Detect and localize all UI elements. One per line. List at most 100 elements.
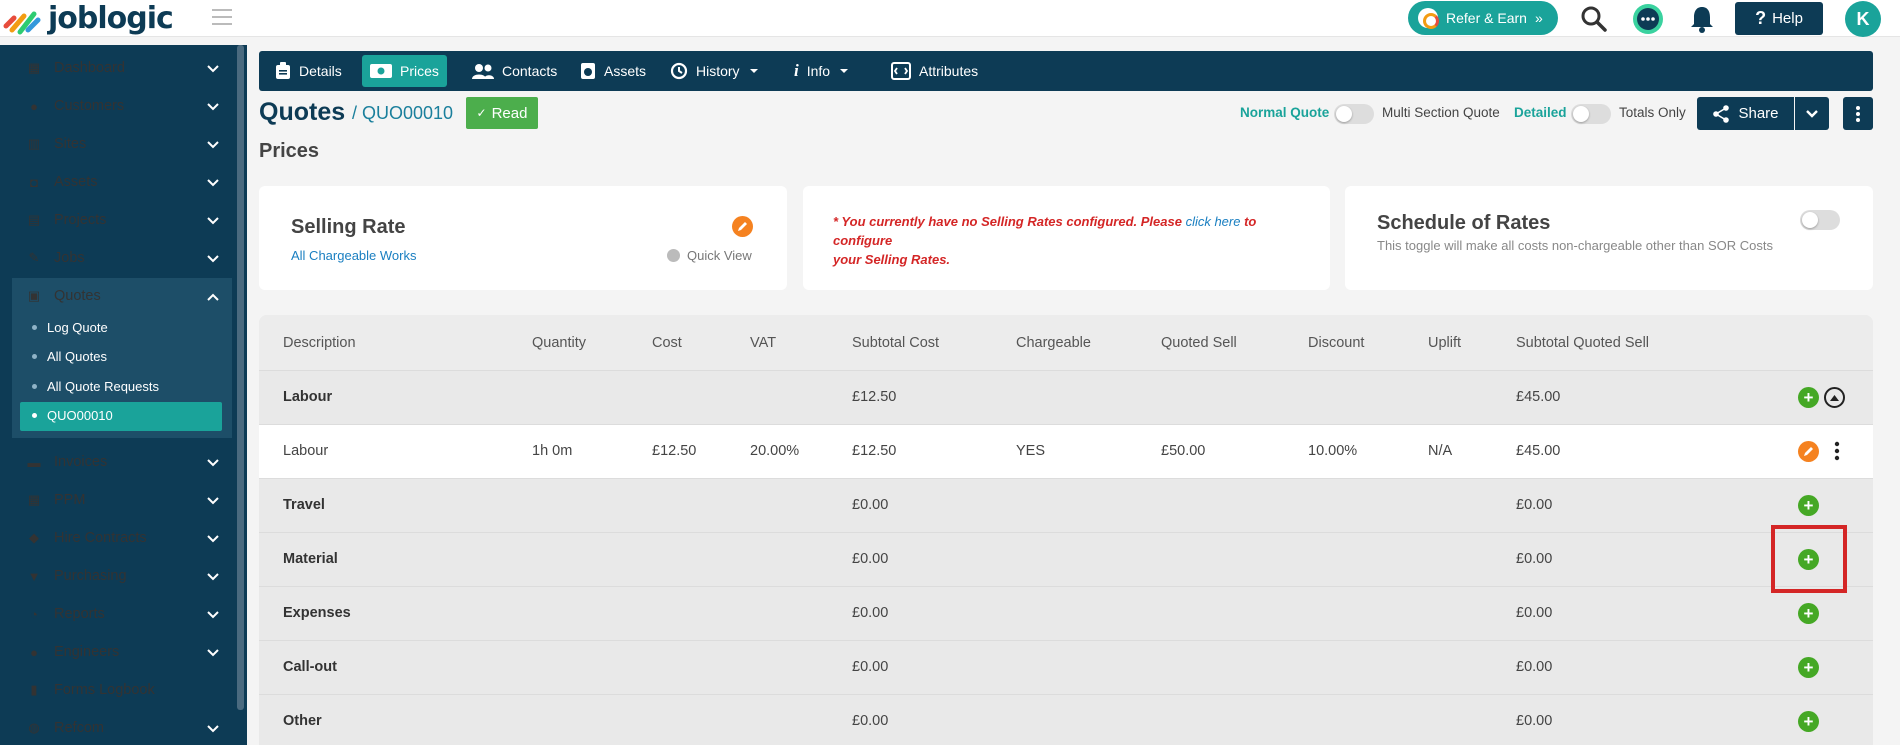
tab-details[interactable]: Details	[267, 55, 350, 87]
chevron-down-icon	[207, 493, 219, 509]
sidebar-sub-item[interactable]: All Quotes	[32, 342, 107, 370]
add-call-out-icon[interactable]: +	[1798, 657, 1819, 678]
edit-selling-rate-icon[interactable]	[732, 216, 753, 237]
add-other-icon[interactable]: +	[1798, 711, 1819, 732]
sidebar-scrollbar[interactable]	[237, 45, 244, 710]
sidebar-sub-item[interactable]: Log Quote	[32, 313, 108, 341]
col-quantity[interactable]: Quantity	[532, 335, 586, 351]
money-icon	[370, 64, 392, 78]
bullet-icon	[32, 383, 37, 389]
row-subtotal-sell: £0.00	[1516, 659, 1553, 675]
add-expenses-icon[interactable]: +	[1798, 603, 1819, 624]
section-title: Prices	[259, 140, 320, 162]
col-description[interactable]: Description	[283, 335, 356, 351]
selling-rate-warning-card: * You currently have no Selling Rates co…	[803, 186, 1330, 290]
sidebar-item-hire-contracts[interactable]: ◆ Hire Contracts	[0, 519, 235, 557]
row-subtotal-cost: £0.00	[852, 659, 889, 675]
row-discount: 10.00%	[1308, 443, 1358, 459]
help-button[interactable]: ? Help	[1735, 2, 1823, 35]
sidebar-item-engineers[interactable]: ● Engineers	[0, 633, 235, 671]
sidebar-item-ppm[interactable]: ▦ PPM	[0, 481, 235, 519]
table-row-labour-item: Labour 1h 0m £12.50 20.00% £12.50 YES £5…	[259, 425, 1873, 479]
chevron-up-icon	[207, 289, 219, 305]
tab-info[interactable]: i Info	[786, 55, 856, 87]
menu-toggle-icon[interactable]	[212, 9, 232, 25]
edit-row-icon[interactable]	[1798, 441, 1819, 462]
bullet-icon	[32, 412, 37, 418]
schedule-of-rates-description: This toggle will make all costs non-char…	[1377, 238, 1773, 253]
detail-mode-toggle[interactable]	[1571, 104, 1611, 124]
tab-assets[interactable]: Assets	[572, 55, 654, 87]
joblogic-logo[interactable]: joblogic	[2, 0, 174, 37]
users-icon	[472, 64, 494, 79]
sidebar-item-invoices[interactable]: ▬ Invoices	[0, 443, 235, 481]
sidebar-item-label: Sites	[54, 136, 87, 152]
bell-icon[interactable]	[1686, 3, 1718, 35]
double-chevron-icon: »	[1534, 10, 1543, 26]
sidebar-item-purchasing[interactable]: ▼ Purchasing	[0, 557, 235, 595]
tab-bar: Details Prices Contacts Assets History i…	[259, 51, 1873, 91]
share-button[interactable]: Share	[1697, 97, 1794, 130]
sidebar-item-customers[interactable]: ● Customers	[0, 87, 235, 125]
sidebar-item-refcom[interactable]: ◍ Refcom	[0, 709, 235, 745]
col-vat[interactable]: VAT	[750, 335, 776, 351]
schedule-of-rates-toggle[interactable]	[1800, 210, 1840, 230]
tab-contacts[interactable]: Contacts	[464, 55, 565, 87]
col-discount[interactable]: Discount	[1308, 335, 1364, 351]
collapse-icon[interactable]	[1824, 387, 1845, 408]
chat-icon[interactable]	[1632, 3, 1664, 35]
sidebar-item-label: Invoices	[54, 454, 108, 470]
row-subtotal-cost: £0.00	[852, 551, 889, 567]
col-chargeable[interactable]: Chargeable	[1016, 335, 1091, 351]
multi-section-label: Multi Section Quote	[1382, 105, 1500, 120]
sidebar-item-assets[interactable]: ◘ Assets	[0, 163, 235, 201]
chevron-down-icon	[207, 61, 219, 77]
share-dropdown-button[interactable]	[1795, 97, 1829, 130]
col-subtotal-cost[interactable]: Subtotal Cost	[852, 335, 939, 351]
quote-reference[interactable]: / QUO00010	[352, 103, 453, 124]
tab-attributes[interactable]: Attributes	[883, 55, 986, 87]
table-row-labour-group: Labour £12.50 £45.00 +	[259, 371, 1873, 425]
refer-earn-button[interactable]: Refer & Earn »	[1408, 1, 1558, 35]
search-icon[interactable]	[1578, 3, 1610, 35]
sidebar-sub-label: QUO00010	[47, 407, 113, 423]
sidebar-item-dashboard[interactable]: ▦ Dashboard	[0, 49, 235, 87]
add-travel-icon[interactable]: +	[1798, 495, 1819, 516]
sidebar-sub-label: All Quotes	[47, 348, 107, 364]
sidebar-item-reports[interactable]: ◔ Reports	[0, 595, 235, 633]
table-row-material: Material £0.00 £0.00 +	[259, 533, 1873, 587]
row-subtotal-cost: £0.00	[852, 605, 889, 621]
sidebar-item-projects[interactable]: ▤ Projects	[0, 201, 235, 239]
tab-prices[interactable]: Prices	[362, 55, 447, 87]
refer-label: Refer & Earn	[1446, 10, 1527, 26]
selling-rate-card: Selling Rate All Chargeable Works Quick …	[259, 186, 787, 290]
sidebar-item-forms-logbook[interactable]: ▮ Forms Logbook	[0, 671, 235, 709]
sidebar-item-label: Refcom	[54, 720, 104, 736]
col-quoted-sell[interactable]: Quoted Sell	[1161, 335, 1237, 351]
sidebar-sub-item[interactable]: All Quote Requests	[32, 372, 159, 400]
warning-text: * You currently have no Selling Rates co…	[833, 214, 1186, 229]
tab-label: History	[696, 63, 740, 79]
more-options-button[interactable]	[1843, 97, 1873, 130]
chargeable-works-link[interactable]: All Chargeable Works	[291, 248, 416, 263]
warning-text-line2: your Selling Rates.	[833, 252, 951, 267]
quick-view-link[interactable]: Quick View	[667, 248, 752, 263]
configure-link[interactable]: click here	[1186, 214, 1241, 229]
col-subtotal-quoted-sell[interactable]: Subtotal Quoted Sell	[1516, 335, 1649, 351]
sidebar-item-label: Dashboard	[54, 60, 125, 76]
quote-type-toggle[interactable]	[1334, 104, 1374, 124]
avatar[interactable]: K	[1845, 1, 1881, 37]
row-menu-icon[interactable]	[1834, 441, 1840, 461]
col-cost[interactable]: Cost	[652, 335, 682, 351]
chevron-down-icon	[1806, 109, 1818, 118]
col-uplift[interactable]: Uplift	[1428, 335, 1461, 351]
row-subtotal-sell: £0.00	[1516, 713, 1553, 729]
tab-history[interactable]: History	[662, 55, 766, 87]
info-icon: i	[794, 61, 799, 80]
sidebar-item-jobs[interactable]: ✎ Jobs	[0, 239, 235, 277]
sidebar-item-quotes[interactable]: ▣ Quotes	[0, 277, 235, 315]
sidebar-sub-item[interactable]: QUO00010	[32, 401, 113, 429]
sidebar-item-sites[interactable]: ▥ Sites	[0, 125, 235, 163]
add-labour-icon[interactable]: +	[1798, 387, 1819, 408]
schedule-of-rates-title: Schedule of Rates	[1377, 212, 1551, 234]
